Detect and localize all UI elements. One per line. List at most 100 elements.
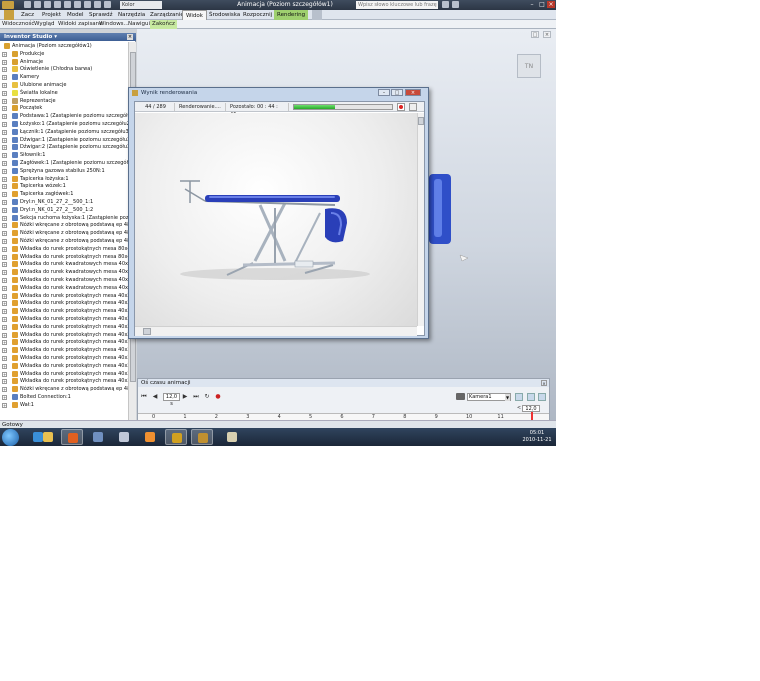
tree-item[interactable]: + Wkładka do rurek prostokątnych mesa 40x… [0, 331, 128, 339]
tree-item[interactable]: + Sprężyna gazowa stabilus 250N:1 [0, 167, 128, 175]
taskbar-app-explorer[interactable] [37, 429, 59, 445]
taskbar-app-calc[interactable] [221, 429, 243, 445]
viewport-restore-icon[interactable]: □ [531, 31, 539, 38]
tree-item[interactable]: + Wał:1 [0, 401, 128, 409]
help-icon[interactable] [452, 1, 459, 8]
tree-item[interactable]: + Wkładka do rurek prostokątnych mesa 40x… [0, 377, 128, 385]
expand-icon[interactable]: + [2, 379, 7, 385]
tree-item[interactable]: + Dryl:n_NK_01_27_2__500_1:2 [0, 206, 128, 214]
expand-icon[interactable]: + [2, 363, 7, 369]
tree-item[interactable]: + Animacje [0, 58, 128, 66]
expand-icon[interactable]: + [2, 83, 7, 88]
system-clock[interactable]: 05:01 2010-11-21 [520, 430, 554, 444]
expand-icon[interactable]: + [2, 207, 7, 213]
expand-icon[interactable]: + [2, 90, 7, 96]
play-icon[interactable]: ▶ [181, 393, 189, 401]
tree-item[interactable]: + Łożysko:1 (Zastąpienie poziomu szczegół… [0, 120, 128, 128]
render-hscroll-thumb[interactable] [143, 328, 151, 335]
render-vertical-scrollbar[interactable] [417, 113, 424, 326]
time-slider-handle[interactable] [531, 412, 533, 420]
properties-icon[interactable] [104, 1, 111, 8]
close-button[interactable]: × [547, 1, 555, 8]
menu-zacz[interactable]: Zacz [21, 10, 34, 20]
expand-icon[interactable]: + [2, 137, 7, 143]
panel-widocznosc[interactable]: Widoczność [2, 20, 34, 29]
expand-icon[interactable]: + [2, 223, 7, 229]
tree-item[interactable]: + Wkładka do rurek prostokątnych mesa 40x… [0, 338, 128, 346]
tree-item[interactable]: + Wkładka do rurek kwadratowych mesa 40x4… [0, 260, 128, 268]
expand-icon[interactable]: + [2, 309, 7, 315]
tree-item[interactable]: + Wkładka do rurek prostokątnych mesa 40x… [0, 346, 128, 354]
record-icon[interactable]: ● [214, 393, 222, 401]
tree-item[interactable]: + Tapicerka łożyska:1 [0, 175, 128, 183]
stop-render-button[interactable] [397, 103, 405, 111]
open-file-icon[interactable] [34, 1, 41, 8]
viewport-close-icon[interactable]: × [543, 31, 551, 38]
loop-icon[interactable]: ↻ [203, 393, 211, 401]
tree-item[interactable]: Animacja (Poziom szczegółów1) [0, 42, 128, 50]
tree-item[interactable]: + Początek [0, 104, 128, 112]
expand-icon[interactable]: + [2, 324, 7, 330]
taskbar-app-inventor-2[interactable] [191, 429, 213, 445]
taskbar-app-firefox[interactable] [61, 429, 83, 445]
tree-item[interactable]: + Wkładka do rurek prostokątnych mesa 40x… [0, 307, 128, 315]
start-button-icon[interactable] [2, 429, 19, 446]
tree-item[interactable]: + Światła lokalne [0, 89, 128, 97]
menu-srodowiska[interactable]: Środowiska [209, 10, 240, 20]
expand-icon[interactable]: + [2, 51, 7, 57]
expand-icon[interactable]: + [2, 200, 7, 205]
tree-item[interactable]: + Podstawa:1 (Zastąpienie poziomu szczegó… [0, 112, 128, 120]
menu-sprawdz[interactable]: Sprawdź [89, 10, 113, 20]
taskbar-app-notepad[interactable] [113, 429, 135, 445]
camera-select[interactable]: Kamera1 ▼ [467, 393, 511, 401]
timeline-close-icon[interactable]: × [541, 380, 547, 386]
tree-item[interactable]: + Nóżki wkręcane z obrotową podstawą ep 4… [0, 237, 128, 245]
add-camera-action-icon[interactable] [515, 393, 523, 401]
expand-icon[interactable]: + [2, 129, 7, 135]
expand-icon[interactable]: + [2, 106, 7, 112]
current-time-field[interactable]: 12,0 s [163, 393, 180, 407]
update-icon[interactable] [94, 1, 101, 8]
expand-icon[interactable]: + [2, 114, 7, 120]
tree-item[interactable]: + Kamery [0, 73, 128, 81]
animation-options-icon[interactable] [527, 393, 535, 401]
select-icon[interactable] [84, 1, 91, 8]
search-icon[interactable] [442, 1, 449, 8]
save-render-button[interactable] [409, 103, 417, 111]
expand-icon[interactable]: + [2, 402, 7, 408]
taskbar-app-tools[interactable] [87, 429, 109, 445]
expand-icon[interactable]: + [2, 387, 7, 393]
menu-widok[interactable]: Widok [182, 10, 207, 20]
ribbon-options-icon[interactable] [312, 10, 322, 20]
tree-item[interactable]: + Produkcje [0, 50, 128, 58]
expand-icon[interactable]: + [2, 348, 7, 354]
tree-item[interactable]: + Wkładka do rurek prostokątnych mesa 40x… [0, 362, 128, 370]
color-selector[interactable]: Kolor [120, 1, 162, 9]
menu-projekt[interactable]: Projekt [42, 10, 61, 20]
maximize-button[interactable]: □ [538, 1, 546, 8]
save-icon[interactable] [44, 1, 51, 8]
go-to-end-icon[interactable]: ⏭ [192, 393, 200, 401]
tree-item[interactable]: + Oświetlenie (Chłodna barwa) [0, 65, 128, 73]
browser-header[interactable]: Inventor Studio ▾ × [0, 33, 136, 41]
render-horizontal-scrollbar[interactable] [135, 326, 417, 336]
expand-icon[interactable]: + [2, 278, 7, 283]
menu-rendering[interactable]: Rendering [274, 10, 309, 20]
expand-icon[interactable]: + [2, 239, 7, 244]
expand-icon[interactable]: + [2, 215, 7, 221]
panel-widoki-zapisane[interactable]: Widoki zapisane [58, 20, 103, 29]
tree-item[interactable]: + Bolted Connection:1 [0, 393, 128, 401]
render-vscroll-thumb[interactable] [418, 117, 424, 125]
redo-icon[interactable] [64, 1, 71, 8]
end-time-field[interactable]: 12,0 [522, 405, 540, 412]
tree-item[interactable]: + Wkładka do rurek prostokątnych mesa 80x… [0, 245, 128, 253]
expand-icon[interactable]: + [2, 301, 7, 307]
expand-icon[interactable]: + [2, 285, 7, 291]
expand-icon[interactable]: + [2, 161, 7, 166]
expand-icon[interactable]: + [2, 59, 7, 65]
taskbar-app-inventor[interactable] [165, 429, 187, 445]
home-icon[interactable] [74, 1, 81, 8]
menu-narzedzia[interactable]: Narzędzia [118, 10, 145, 20]
expand-icon[interactable]: + [2, 192, 7, 198]
tree-item[interactable]: + Łącznik:1 (Zastąpienie poziomu szczegół… [0, 128, 128, 136]
